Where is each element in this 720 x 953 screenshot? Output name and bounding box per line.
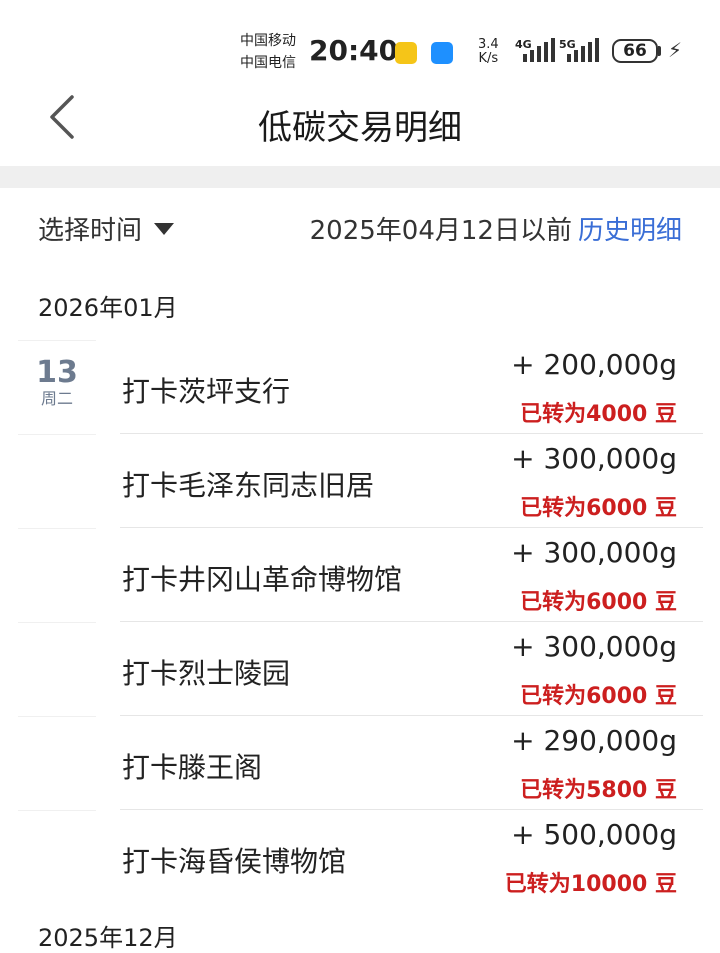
caret-down-icon bbox=[154, 222, 175, 235]
list-item[interactable]: 打卡毛泽东同志旧居 + 300,000g 已转为6000 豆 bbox=[0, 434, 720, 528]
date-spacer bbox=[18, 810, 96, 904]
item-amount: + 290,000g bbox=[511, 724, 677, 757]
list-item[interactable]: 13 周二 打卡茨坪支行 + 200,000g 已转为4000 豆 bbox=[0, 340, 720, 434]
month-heading: 2026年01月 bbox=[38, 294, 178, 322]
item-amount: + 200,000g bbox=[511, 348, 677, 381]
status-time: 20:40 bbox=[309, 34, 399, 67]
carrier-2: 中国电信 bbox=[240, 55, 296, 71]
list-item[interactable]: 打卡井冈山革命博物馆 + 300,000g 已转为6000 豆 bbox=[0, 528, 720, 622]
item-converted: 已转为5800 豆 bbox=[520, 778, 677, 803]
item-converted: 已转为4000 豆 bbox=[520, 402, 677, 427]
time-filter-button[interactable]: 选择时间 bbox=[38, 210, 175, 247]
list-item[interactable]: 打卡海昏侯博物馆 + 500,000g 已转为10000 豆 bbox=[0, 810, 720, 904]
history-note: 2025年04月12日以前 历史明细 bbox=[310, 210, 682, 247]
item-name: 打卡烈士陵园 bbox=[122, 657, 291, 690]
date-spacer bbox=[18, 528, 96, 622]
date-spacer bbox=[18, 622, 96, 716]
day-number: 13 bbox=[36, 355, 78, 390]
item-converted: 已转为10000 豆 bbox=[504, 872, 677, 897]
section-divider bbox=[0, 166, 720, 188]
charging-icon: ⚡ bbox=[668, 38, 683, 62]
carrier-1: 中国移动 bbox=[240, 33, 296, 49]
item-amount: + 300,000g bbox=[511, 630, 677, 663]
item-converted: 已转为6000 豆 bbox=[520, 684, 677, 709]
battery-icon: 66 bbox=[612, 39, 658, 63]
item-name: 打卡井冈山革命博物馆 bbox=[122, 563, 403, 596]
carrier-info: 中国移动 中国电信 bbox=[240, 30, 296, 74]
network-speed: 3.4 K/s bbox=[478, 37, 499, 66]
page-title: 低碳交易明细 bbox=[258, 108, 462, 148]
item-converted: 已转为6000 豆 bbox=[520, 496, 677, 521]
before-date-text: 2025年04月12日以前 bbox=[309, 216, 572, 246]
signal-5g-icon: 5G bbox=[559, 38, 601, 64]
list-item[interactable]: 打卡滕王阁 + 290,000g 已转为5800 豆 bbox=[0, 716, 720, 810]
month-heading-next: 2025年12月 bbox=[38, 924, 178, 952]
battery-tip bbox=[658, 46, 661, 56]
weekday: 周二 bbox=[40, 389, 73, 408]
item-name: 打卡海昏侯博物馆 bbox=[122, 845, 347, 878]
date-badge: 13 周二 bbox=[18, 340, 96, 434]
status-bar: 中国移动 中国电信 20:40 3.4 K/s 4G 5G 66 ⚡ bbox=[0, 0, 720, 88]
notification-app-icon bbox=[395, 42, 417, 64]
signal-4g-icon: 4G bbox=[515, 38, 557, 64]
notification-store-icon bbox=[431, 42, 453, 64]
item-name: 打卡滕王阁 bbox=[122, 751, 263, 784]
item-amount: + 300,000g bbox=[511, 536, 677, 569]
time-filter-label: 选择时间 bbox=[38, 216, 143, 246]
item-name: 打卡毛泽东同志旧居 bbox=[122, 469, 375, 502]
item-amount: + 300,000g bbox=[511, 442, 677, 475]
history-link[interactable]: 历史明细 bbox=[578, 216, 682, 246]
item-converted: 已转为6000 豆 bbox=[520, 590, 677, 615]
date-spacer bbox=[18, 716, 96, 810]
item-name: 打卡茨坪支行 bbox=[122, 375, 291, 408]
item-amount: + 500,000g bbox=[511, 818, 677, 851]
date-spacer bbox=[18, 434, 96, 528]
list-item[interactable]: 打卡烈士陵园 + 300,000g 已转为6000 豆 bbox=[0, 622, 720, 716]
